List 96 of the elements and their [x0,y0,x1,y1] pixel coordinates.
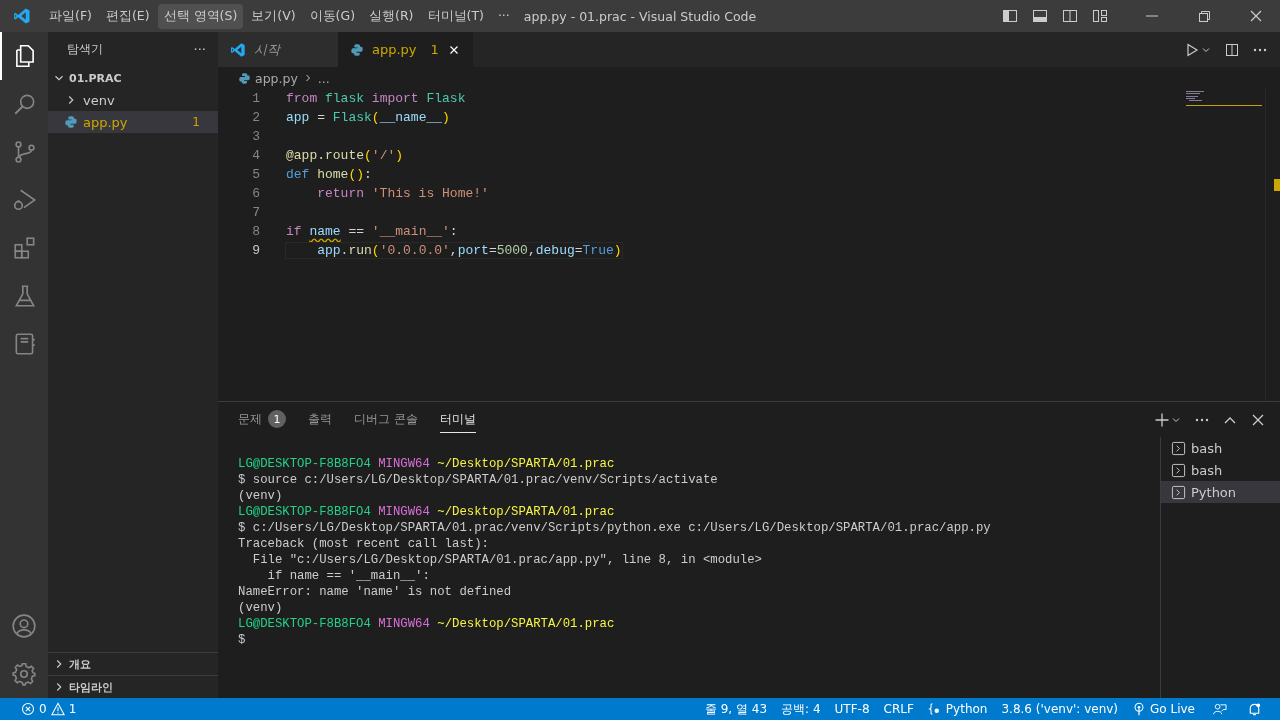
panel-tab[interactable]: 출력 [308,406,332,433]
code-line: return 'This is Home!' [316,186,489,201]
file-tree-item[interactable]: app.py 1 [48,111,218,133]
line-number: 6 [251,186,260,201]
panel-layout-icon[interactable] [1032,8,1048,24]
line-number: 5 [251,167,260,182]
vscode-logo-icon [230,41,246,58]
code-line: from flask import Flask [286,91,466,106]
menu-item[interactable]: 파일(F) [43,3,98,29]
broadcast-icon [1132,702,1147,716]
problems-status[interactable]: 0 1 [14,702,84,716]
run-debug-icon [12,187,38,213]
code-line: app.run('0.0.0.0',port=5000,debug=True) [286,243,622,258]
line-number: 4 [251,148,260,163]
code-line: if name == '__main__': [286,224,458,239]
settings-icon[interactable] [11,661,37,687]
panel-tab[interactable]: 문제 1 [238,406,286,433]
warning-count: 1 [68,702,77,716]
status-item[interactable]: 줄 9, 열 43 [697,700,775,718]
terminal-line: LG@DESKTOP-F8B8FO4 MINGW64 ~/Desktop/SPARTA/01.prac [238,456,616,472]
terminal-list-item[interactable]: bash [1161,437,1280,459]
status-item[interactable]: 공백: 4 [774,700,828,718]
terminal-line: LG@DESKTOP-F8B8FO4 MINGW64 ~/Desktop/SPARTA/01.prac [238,504,616,520]
more-actions-button[interactable]: ··· [193,42,206,57]
terminal-line: (venv) [238,488,284,504]
line-number: 8 [251,224,260,239]
editor-tab[interactable]: 시작 [218,32,338,67]
feedback-icon[interactable] [1212,701,1227,717]
folder-header[interactable]: 01.PRAC [48,67,218,89]
python-file-icon [238,71,251,85]
menu-item[interactable]: 실행(R) [363,3,420,29]
status-item[interactable]: UTF-8 [827,702,877,716]
line-number: 9 [251,243,260,258]
menu-item[interactable]: 선택 영역(S) [157,3,244,29]
terminal-icon [1171,440,1186,456]
error-icon [21,702,35,716]
braces-icon [927,702,942,716]
terminal-line: $ source c:/Users/LG/Desktop/SPARTA/01.prac/venv/Scripts/activate [238,472,719,488]
status-item[interactable]: 3.8.6 ('venv': venv) [994,702,1126,716]
layout-grid-icon[interactable] [1092,8,1108,24]
terminal-icon [1171,462,1186,478]
code-line: app = Flask(__name__) [286,110,450,125]
run-icon[interactable] [1184,41,1200,58]
vscode-logo-icon [13,7,31,25]
terminal-line: if name == '__main__': [266,568,431,584]
problem-count: 1 [430,42,439,57]
error-count: 0 [39,702,47,716]
warning-marker [1274,179,1280,191]
window-title: app.py - 01.prac - Visual Studio Code [523,8,757,24]
flask-icon [12,283,38,309]
terminal-line: Traceback (most recent call last): [238,536,490,552]
warning-icon [50,702,65,716]
panel-tab[interactable]: 디버그 콘솔 [354,406,418,433]
code-line: @app.route('/') [286,148,404,163]
terminal-line: $ c:/Users/LG/Desktop/SPARTA/01.prac/venv/Scripts/python.exe c:/Users/LG/Desktop/SPARTA/01.prac/app.py [238,520,992,536]
status-item[interactable]: Go Live [1125,702,1202,716]
terminal-list-item[interactable]: Python [1161,481,1280,503]
line-number: 7 [251,205,260,220]
line-number: 1 [251,91,260,106]
file-tree-item[interactable]: venv [48,89,218,111]
bell-icon[interactable] [1247,701,1262,717]
menu-item[interactable]: ··· [491,3,516,29]
status-item[interactable]: Python [920,702,995,716]
close-icon[interactable] [1248,8,1264,24]
restore-icon[interactable] [1196,8,1212,24]
editor-tab[interactable]: app.py 1 [338,32,473,67]
menu-item[interactable]: 편집(E) [99,3,156,29]
status-item[interactable]: CRLF [876,702,921,716]
add-icon[interactable] [1154,411,1170,428]
terminal-line: NameError: name 'name' is not defined [238,584,513,600]
source-control-icon [12,139,38,165]
python-file-icon [64,115,78,129]
breadcrumb-item[interactable]: ... [317,70,330,86]
line-number: 2 [251,110,260,125]
code-line: def home(): [286,167,372,182]
menu-item[interactable]: 이동(G) [303,3,362,29]
explorer-title: 탐색기 [67,42,103,57]
terminal-line: File "c:/Users/LG/Desktop/SPARTA/01.prac/app.py", line 8, in <module> [251,552,763,568]
python-file-icon [350,42,364,57]
menu-item[interactable]: 보기(V) [245,3,302,29]
sidebar-layout-icon[interactable] [1002,8,1018,24]
terminal-icon [1171,484,1186,500]
terminal-list-item[interactable]: bash [1161,459,1280,481]
menu-item[interactable]: 터미널(T) [421,3,490,29]
section-header[interactable]: 개요 [48,652,218,675]
count-badge: 1 [268,410,286,428]
terminal-line: $ [238,632,247,648]
split-layout-icon[interactable] [1062,8,1078,24]
line-number: 3 [251,129,260,144]
problem-count: 1 [192,115,200,129]
terminal-line: LG@DESKTOP-F8B8FO4 MINGW64 ~/Desktop/SPARTA/01.prac [238,616,616,632]
panel-tab[interactable]: 터미널 [439,406,476,433]
breadcrumb-item[interactable]: app.py [255,70,298,86]
terminal-line: (venv) [238,600,284,616]
split-editor-icon[interactable] [1224,41,1240,58]
account-icon[interactable] [11,613,37,639]
